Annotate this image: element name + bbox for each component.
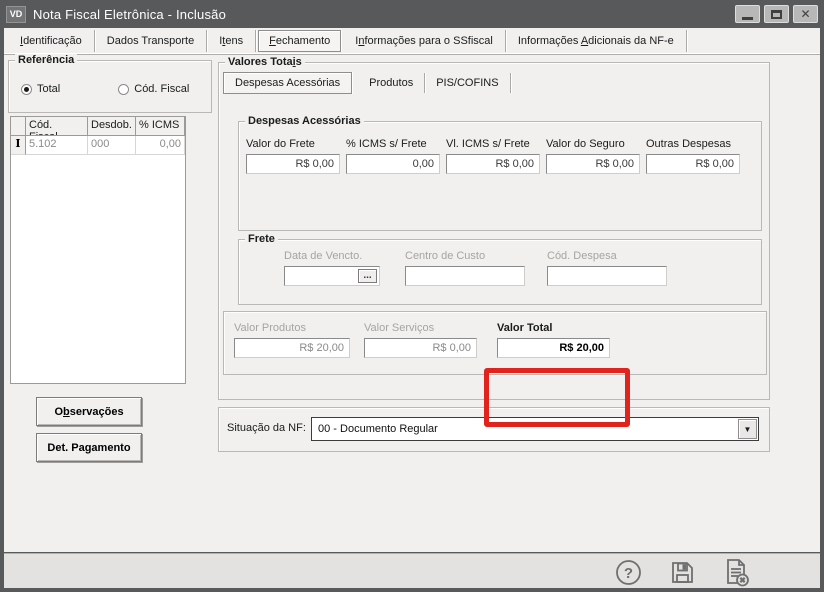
centro-custo-field: Centro de Custo <box>405 250 525 286</box>
vl-icms-frete-input[interactable]: R$ 0,00 <box>446 154 540 174</box>
fechamento-panel: Referência Total Cód. Fiscal Cód. Fiscal… <box>4 55 820 552</box>
icms-frete-pct-input[interactable]: 0,00 <box>346 154 440 174</box>
help-icon: ? <box>615 559 642 586</box>
cancel-button[interactable] <box>722 558 750 586</box>
tab-informacoes-adicionais-nfe[interactable]: Informações Adicionais da NF-e <box>506 30 687 52</box>
window-title: Nota Fiscal Eletrônica - Inclusão <box>33 7 226 22</box>
valor-seguro-field: Valor do Seguro R$ 0,00 <box>546 138 640 174</box>
valor-frete-input[interactable]: R$ 0,00 <box>246 154 340 174</box>
nfe-window: VD Nota Fiscal Eletrônica - Inclusão ✕ I… <box>0 0 824 592</box>
maximize-icon <box>771 10 782 19</box>
col-icms[interactable]: % ICMS <box>136 117 185 136</box>
help-button[interactable]: ? <box>614 558 642 586</box>
minimize-button[interactable] <box>735 5 760 23</box>
save-button[interactable] <box>668 558 696 586</box>
situacao-combobox[interactable]: 00 - Documento Regular ▼ <box>311 417 759 441</box>
tab-itens[interactable]: Itens <box>207 30 256 52</box>
tab-informacoes-ssfiscal[interactable]: Informações para o SSfiscal <box>343 30 506 52</box>
totais-panel: Valor Produtos R$ 20,00 Valor Serviços R… <box>223 311 767 375</box>
main-tabstrip: Identificação Dados Transporte Itens Fec… <box>4 28 820 55</box>
valor-total-field: Valor Total R$ 20,00 <box>497 322 610 358</box>
det-pagamento-button[interactable]: Det. Pagamento <box>36 433 142 462</box>
outras-despesas-input[interactable]: R$ 0,00 <box>646 154 740 174</box>
cod-despesa-input[interactable] <box>547 266 667 286</box>
vl-icms-frete-field: Vl. ICMS s/ Frete R$ 0,00 <box>446 138 540 174</box>
observacoes-button[interactable]: Observações <box>36 397 142 426</box>
titlebar: VD Nota Fiscal Eletrônica - Inclusão ✕ <box>0 0 824 28</box>
situacao-groupbox: Situação da NF: 00 - Documento Regular ▼ <box>218 407 770 452</box>
valor-servicos-field: Valor Serviços R$ 0,00 <box>364 322 477 358</box>
close-button[interactable]: ✕ <box>793 5 818 23</box>
cell-icms[interactable]: 0,00 <box>136 136 185 155</box>
data-vencto-field: Data de Vencto. ... <box>284 250 380 286</box>
radio-total[interactable]: Total <box>21 83 60 95</box>
outras-despesas-field: Outras Despesas R$ 0,00 <box>646 138 740 174</box>
radio-cod-fiscal-icon <box>118 84 129 95</box>
close-icon: ✕ <box>800 8 810 20</box>
maximize-button[interactable] <box>764 5 789 23</box>
valor-produtos-input[interactable]: R$ 20,00 <box>234 338 350 358</box>
table-row[interactable]: I 5.102 000 0,00 <box>11 136 185 155</box>
situacao-label: Situação da NF: <box>227 422 306 434</box>
valor-servicos-input[interactable]: R$ 0,00 <box>364 338 477 358</box>
tab-fechamento[interactable]: Fechamento <box>258 30 341 52</box>
tab-pis-cofins[interactable]: PIS/COFINS <box>425 73 510 93</box>
icms-frete-pct-field: % ICMS s/ Frete 0,00 <box>346 138 440 174</box>
referencia-groupbox: Referência Total Cód. Fiscal <box>8 60 212 113</box>
tab-despesas-acessorias[interactable]: Despesas Acessórias <box>223 72 352 94</box>
col-cod-fiscal[interactable]: Cód. Fiscal <box>26 117 88 136</box>
footer-bar: ? <box>4 553 820 588</box>
frete-title: Frete <box>245 233 278 245</box>
radio-cod-fiscal[interactable]: Cód. Fiscal <box>118 83 189 95</box>
radio-total-icon <box>21 84 32 95</box>
valores-tabstrip: Despesas Acessórias Produtos PIS/COFINS <box>223 71 511 95</box>
frete-groupbox: Frete Data de Vencto. ... Centro de Cust… <box>238 239 762 305</box>
save-icon <box>669 559 696 586</box>
svg-text:?: ? <box>623 565 632 582</box>
cell-cod-fiscal[interactable]: 5.102 <box>26 136 88 155</box>
centro-custo-input[interactable] <box>405 266 525 286</box>
valor-seguro-input[interactable]: R$ 0,00 <box>546 154 640 174</box>
date-browse-button[interactable]: ... <box>358 269 377 283</box>
referencia-options: Total Cód. Fiscal <box>21 83 189 95</box>
col-desdob[interactable]: Desdob. <box>88 117 136 136</box>
valor-total-input[interactable]: R$ 20,00 <box>497 338 610 358</box>
row-selector-header <box>11 117 26 136</box>
valores-totais-title: Valores Totais <box>225 56 305 68</box>
window-controls: ✕ <box>735 5 818 23</box>
despesas-acessorias-title: Despesas Acessórias <box>245 115 364 127</box>
tab-identificacao[interactable]: Identificação <box>8 30 95 52</box>
chevron-down-icon[interactable]: ▼ <box>738 419 757 439</box>
table-header-row: Cód. Fiscal Desdob. % ICMS <box>11 117 185 136</box>
situacao-value: 00 - Documento Regular <box>312 423 738 435</box>
tab-dados-transporte[interactable]: Dados Transporte <box>95 30 207 52</box>
cod-despesa-field: Cód. Despesa <box>547 250 667 286</box>
valor-produtos-field: Valor Produtos R$ 20,00 <box>234 322 350 358</box>
tab-produtos[interactable]: Produtos <box>358 73 425 93</box>
row-selector-ibeam-icon[interactable]: I <box>11 136 26 155</box>
app-icon: VD <box>6 6 26 23</box>
referencia-title: Referência <box>15 54 77 66</box>
data-vencto-input[interactable]: ... <box>284 266 380 286</box>
valores-totais-groupbox: Valores Totais Despesas Acessórias Produ… <box>218 62 770 400</box>
cell-desdob[interactable]: 000 <box>88 136 136 155</box>
cancel-document-icon <box>722 558 750 587</box>
valor-frete-field: Valor do Frete R$ 0,00 <box>246 138 340 174</box>
despesas-acessorias-groupbox: Despesas Acessórias Valor do Frete R$ 0,… <box>238 121 762 231</box>
minimize-icon <box>742 17 753 20</box>
fiscal-codes-table[interactable]: Cód. Fiscal Desdob. % ICMS I 5.102 000 0… <box>10 116 186 384</box>
